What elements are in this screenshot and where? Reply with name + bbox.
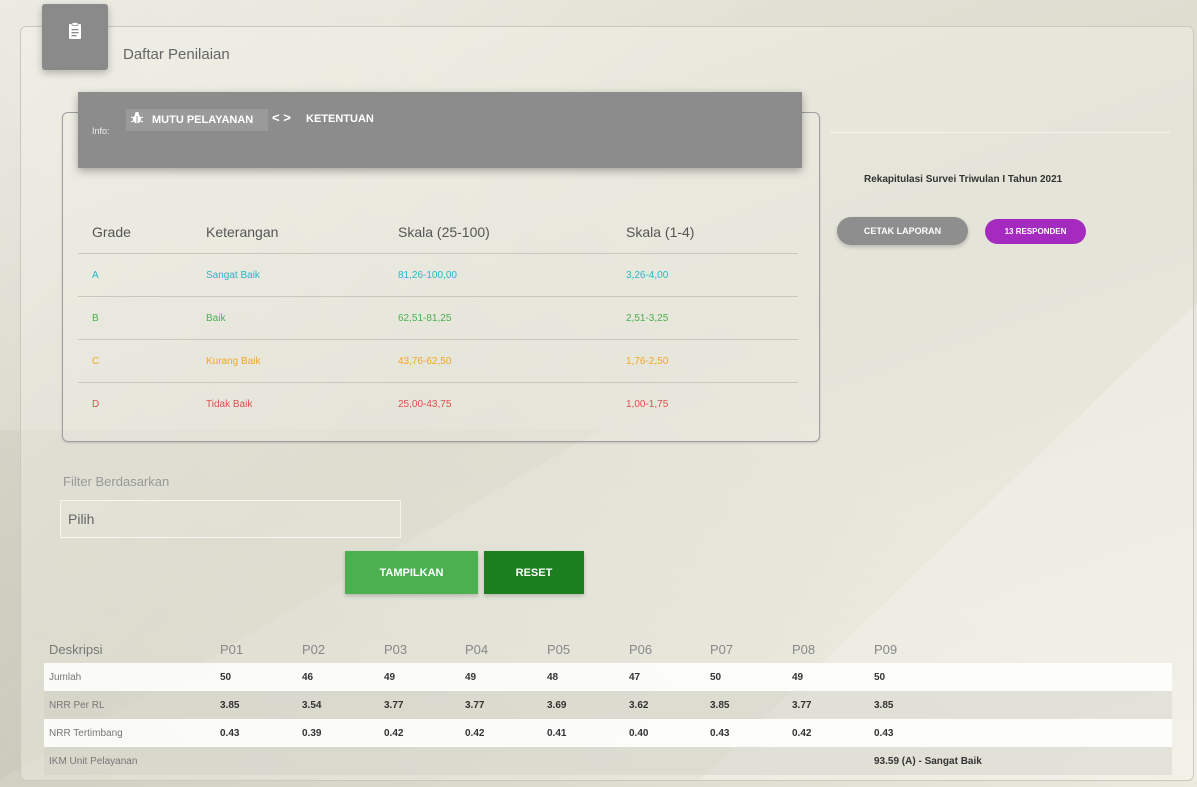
table-row: NRR Tertimbang 0.43 0.39 0.42 0.42 0.41 … (44, 719, 1172, 747)
skala-100-cell: 81,26-100,00 (398, 269, 457, 281)
value-cell: 3.54 (302, 699, 322, 711)
keterangan-cell: Sangat Baik (206, 269, 260, 281)
header-p09: P09 (874, 641, 898, 657)
header-p06: P06 (629, 641, 653, 657)
grade-cell: A (92, 269, 99, 281)
table-row: C Kurang Baik 43,76-62,50 1,76-2,50 (78, 340, 798, 383)
grade-cell: B (92, 312, 99, 324)
grade-cell: C (92, 355, 100, 367)
tab-mutu-label: MUTU PELAYANAN (152, 114, 254, 126)
keterangan-cell: Kurang Baik (206, 355, 261, 367)
stats-header: Deskripsi P01 P02 P03 P04 P05 P06 P07 P0… (44, 635, 1172, 663)
ikm-label: IKM Unit Pelayanan (49, 755, 138, 767)
value-cell: 46 (302, 671, 314, 683)
value-cell: 0.42 (465, 727, 485, 739)
table-row: IKM Unit Pelayanan 93.59 (A) - Sangat Ba… (44, 747, 1172, 775)
skala-100-cell: 62,51-81,25 (398, 312, 452, 324)
value-cell: 3.77 (792, 699, 812, 711)
value-cell: 0.40 (629, 727, 649, 739)
value-cell: 3.69 (547, 699, 567, 711)
value-cell: 50 (710, 671, 722, 683)
header-p01: P01 (220, 641, 244, 657)
value-cell: 48 (547, 671, 559, 683)
table-row: A Sangat Baik 81,26-100,00 3,26-4,00 (78, 254, 798, 297)
divider (830, 132, 1170, 133)
header-p02: P02 (302, 641, 326, 657)
cetak-laporan-button[interactable]: CETAK LAPORAN (837, 217, 968, 245)
value-cell: 0.39 (302, 727, 322, 739)
grade-cell: D (92, 399, 100, 410)
header-skala-4: Skala (1-4) (626, 223, 695, 240)
table-row: D Tidak Baik 25,00-43,75 1,00-1,75 (78, 383, 798, 426)
header-p07: P07 (710, 641, 734, 657)
value-cell: 50 (874, 671, 886, 683)
header-deskripsi: Deskripsi (49, 641, 103, 657)
value-cell: 0.43 (874, 727, 894, 739)
stats-table: Deskripsi P01 P02 P03 P04 P05 P06 P07 P0… (44, 635, 1172, 775)
filter-selected-value: Pilih (68, 511, 95, 527)
value-cell: 0.43 (710, 727, 730, 739)
value-cell: 49 (384, 671, 396, 683)
grade-table-header: Grade Keterangan Skala (25-100) Skala (1… (78, 210, 798, 254)
header-grade: Grade (92, 223, 131, 240)
desc-cell: NRR Tertimbang (49, 727, 123, 739)
value-cell: 0.41 (547, 727, 567, 739)
header-p08: P08 (792, 641, 816, 657)
value-cell: 3.62 (629, 699, 649, 711)
value-cell: 0.42 (792, 727, 812, 739)
desc-cell: Jumlah (49, 671, 82, 683)
value-cell: 3.85 (874, 699, 894, 711)
tampilkan-button[interactable]: TAMPILKAN (345, 551, 478, 594)
skala-4-cell: 3,26-4,00 (626, 269, 669, 281)
grade-table: Grade Keterangan Skala (25-100) Skala (1… (78, 210, 798, 426)
value-cell: 3.85 (710, 699, 730, 711)
value-cell: 3.77 (465, 699, 485, 711)
header-p05: P05 (547, 641, 571, 657)
card-title: Daftar Penilaian (123, 46, 230, 63)
tab-ketentuan[interactable]: KETENTUAN (306, 113, 374, 125)
rekap-title: Rekapitulasi Survei Triwulan I Tahun 202… (864, 174, 1063, 185)
skala-4-cell: 1,00-1,75 (626, 399, 669, 410)
ikm-value: 93.59 (A) - Sangat Baik (874, 755, 982, 767)
value-cell: 50 (220, 671, 232, 683)
table-row: Jumlah 50 46 49 49 48 47 50 49 50 (44, 663, 1172, 691)
responden-badge[interactable]: 13 RESPONDEN (985, 219, 1086, 244)
filter-label: Filter Berdasarkan (63, 474, 170, 489)
clipboard-icon (42, 4, 108, 70)
skala-4-cell: 2,51-3,25 (626, 312, 669, 324)
header-skala-100: Skala (25-100) (398, 223, 490, 240)
value-cell: 49 (792, 671, 804, 683)
tab-mutu-pelayanan[interactable]: MUTU PELAYANAN (126, 109, 268, 131)
info-bar: Info: MUTU PELAYANAN < > KETENTUAN (78, 92, 802, 168)
value-cell: 3.77 (384, 699, 404, 711)
reset-button[interactable]: RESET (484, 551, 584, 594)
value-cell: 0.43 (220, 727, 240, 739)
skala-4-cell: 1,76-2,50 (626, 355, 669, 367)
table-row: B Baik 62,51-81,25 2,51-3,25 (78, 297, 798, 340)
value-cell: 47 (629, 671, 641, 683)
skala-100-cell: 25,00-43,75 (398, 399, 452, 410)
table-row: NRR Per RL 3.85 3.54 3.77 3.77 3.69 3.62… (44, 691, 1172, 719)
skala-100-cell: 43,76-62,50 (398, 355, 452, 367)
keterangan-cell: Baik (206, 312, 226, 324)
value-cell: 49 (465, 671, 477, 683)
code-icon: < > (272, 110, 291, 125)
header-p04: P04 (465, 641, 489, 657)
keterangan-cell: Tidak Baik (206, 399, 253, 410)
desc-cell: NRR Per RL (49, 699, 105, 711)
filter-select[interactable]: Pilih (60, 500, 401, 538)
bug-icon (130, 111, 144, 130)
header-p03: P03 (384, 641, 408, 657)
value-cell: 0.42 (384, 727, 404, 739)
value-cell: 3.85 (220, 699, 240, 711)
info-label: Info: (92, 126, 110, 136)
header-keterangan: Keterangan (206, 223, 279, 240)
